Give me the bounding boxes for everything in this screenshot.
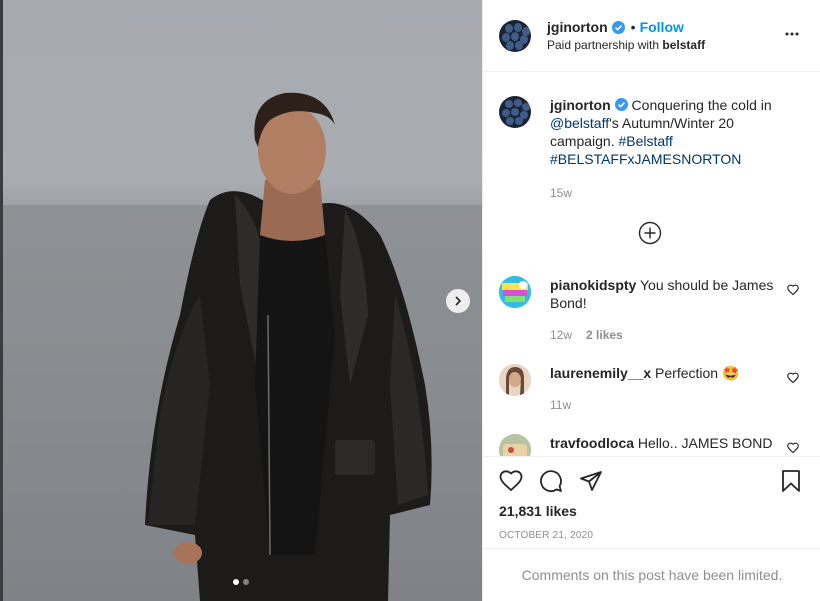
post-actions: 21,831 likes OCTOBER 21, 2020 — [483, 456, 820, 548]
carousel-dot — [243, 579, 249, 585]
heart-icon[interactable] — [787, 442, 799, 454]
heart-icon[interactable] — [499, 469, 523, 493]
avatar[interactable] — [499, 96, 531, 128]
separator-dot: • — [630, 19, 636, 35]
username-link[interactable]: jginorton — [547, 19, 608, 35]
comments-limited-notice: Comments on this post have been limited. — [483, 548, 820, 601]
bookmark-icon[interactable] — [779, 469, 803, 493]
carousel-indicator — [233, 579, 249, 585]
hashtag-link[interactable]: #BELSTAFFxJAMESNORTON — [550, 151, 741, 167]
post-date[interactable]: OCTOBER 21, 2020 — [483, 530, 820, 541]
avatar[interactable] — [499, 364, 531, 396]
mention-link[interactable]: @belstaff — [550, 115, 609, 131]
more-options-icon[interactable] — [784, 26, 800, 42]
comment-username[interactable]: pianokidspty — [550, 277, 636, 293]
comment-username[interactable]: laurenemily__x — [550, 365, 651, 381]
next-photo-button[interactable] — [446, 289, 470, 313]
add-circle-icon[interactable] — [638, 221, 662, 245]
verified-icon — [614, 98, 628, 111]
timestamp[interactable]: 12w — [550, 328, 572, 342]
chevron-right-icon — [455, 296, 462, 306]
caption: jginorton Conquering the cold in @belsta… — [499, 96, 799, 200]
heart-icon[interactable] — [787, 372, 799, 384]
avatar[interactable] — [499, 434, 531, 456]
comment-likes-link[interactable]: 2 likes — [586, 328, 623, 342]
hashtag-link[interactable]: #Belstaff — [618, 133, 672, 149]
avatar[interactable] — [499, 19, 531, 52]
verified-icon — [611, 20, 625, 34]
partner-link[interactable]: belstaff — [662, 38, 705, 52]
avatar[interactable] — [499, 276, 531, 308]
post-photo — [0, 0, 482, 601]
post-side-panel: jginorton • Follow Paid partnership with… — [482, 0, 820, 601]
comment-username[interactable]: travfoodloca — [550, 435, 634, 451]
comment-item: laurenemily__x Perfection 🤩 11w — [499, 364, 799, 412]
timestamp[interactable]: 15w — [550, 186, 572, 200]
paid-partnership-label: Paid partnership with belstaff — [547, 38, 706, 52]
follow-button[interactable]: Follow — [640, 19, 684, 35]
timestamp[interactable]: 11w — [550, 398, 571, 412]
comment-item: travfoodloca Hello.. JAMES BOND — [499, 434, 799, 456]
comments-section[interactable]: jginorton Conquering the cold in @belsta… — [483, 73, 820, 456]
model-figure — [145, 92, 432, 601]
post-header: jginorton • Follow Paid partnership with… — [483, 0, 820, 72]
comment-item: pianokidspty You should be James Bond! 1… — [499, 276, 799, 342]
share-icon[interactable] — [579, 469, 603, 493]
comment-icon[interactable] — [539, 469, 563, 493]
carousel-dot-active — [233, 579, 239, 585]
caption-username[interactable]: jginorton — [550, 97, 611, 113]
likes-count[interactable]: 21,831 likes — [483, 503, 820, 519]
heart-icon[interactable] — [787, 284, 799, 296]
